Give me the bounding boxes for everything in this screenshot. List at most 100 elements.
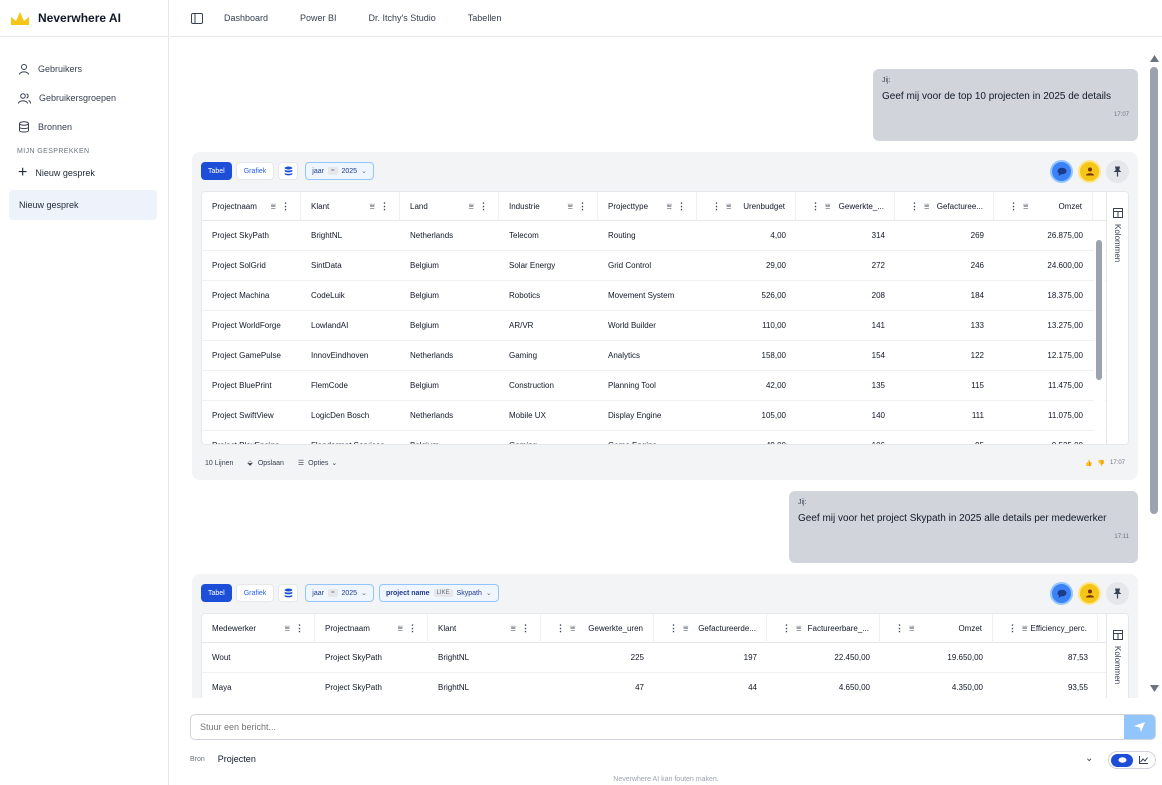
table-row[interactable]: Wout Project SkyPath BrightNL 225 197 22.450,… (202, 643, 1128, 673)
menu-icon[interactable]: ⋮ (479, 201, 488, 212)
column-header[interactable]: ⋮ ⩸ Efficiency_perc... (993, 614, 1098, 643)
chevron-down-icon[interactable]: ⌄ (1085, 753, 1093, 764)
filter-icon[interactable]: ⩸ (398, 623, 403, 634)
menu-icon[interactable]: ⋮ (1008, 623, 1017, 634)
scroll-up-icon[interactable] (1150, 55, 1159, 62)
chat-view-option[interactable] (1111, 753, 1133, 767)
filter-icon[interactable]: ⩸ (909, 623, 914, 634)
scrollbar-thumb[interactable] (1150, 67, 1158, 514)
nav-link-power-bi[interactable]: Power BI (300, 13, 337, 23)
filter-icon[interactable]: ⩸ (825, 201, 830, 212)
menu-icon[interactable]: ⋮ (578, 201, 587, 212)
menu-icon[interactable]: ⋮ (782, 623, 791, 634)
filter-icon[interactable]: ⩸ (568, 201, 573, 212)
table-row[interactable]: Project GamePulse InnovEindhoven Netherlan… (202, 341, 1128, 371)
filter-icon[interactable]: ⩸ (271, 201, 276, 212)
scrollbar-thumb[interactable] (1096, 240, 1102, 380)
tab-table[interactable]: Tabel (201, 584, 232, 602)
filter-icon[interactable]: ⩸ (370, 201, 375, 212)
pin-button[interactable] (1106, 160, 1129, 183)
filter-chip-jaar[interactable]: jaar = 2025 ⌄ (305, 162, 374, 180)
table-row[interactable]: Project SolGrid SintData Belgium Solar Ener… (202, 251, 1128, 281)
column-header[interactable]: ⋮ ⩸ Gefacturee... (895, 192, 994, 221)
menu-icon[interactable]: ⋮ (811, 201, 820, 212)
view-toggle[interactable] (1108, 751, 1156, 769)
table-row[interactable]: Project PlayEngineFlandermat ServicesBel… (202, 431, 1128, 444)
menu-icon[interactable]: ⋮ (712, 201, 721, 212)
column-header[interactable]: ⋮ ⩸ Omzet (880, 614, 993, 643)
menu-icon[interactable]: ⋮ (521, 623, 530, 634)
column-header[interactable]: Industrie ⩸ ⋮ (499, 192, 598, 221)
column-header[interactable]: Klant ⩸ ⋮ (428, 614, 541, 643)
column-header[interactable]: ⋮ ⩸ Urenbudget (697, 192, 796, 221)
sidebar-toggle-icon[interactable] (191, 12, 203, 24)
column-header[interactable]: Projectnaam ⩸ ⋮ (202, 192, 301, 221)
column-header[interactable]: Land ⩸ ⋮ (400, 192, 499, 221)
filter-icon[interactable]: ⩸ (570, 623, 575, 634)
thumbs-down-icon[interactable]: 👎 (1098, 460, 1105, 467)
menu-icon[interactable]: ⋮ (895, 623, 904, 634)
sidebar-item-bronnen[interactable]: Bronnen (0, 112, 168, 141)
nav-link-dashboard[interactable]: Dashboard (224, 13, 268, 23)
table-row[interactable]: Project SwiftView LogicDen Bosch Netherlan… (202, 401, 1128, 431)
table-scrollbar[interactable] (1094, 222, 1105, 444)
query-button[interactable] (278, 162, 299, 180)
column-header[interactable]: ⋮ ⩸ Omzet (994, 192, 1093, 221)
filter-icon[interactable]: ⩸ (683, 623, 688, 634)
filter-icon[interactable]: ⩸ (285, 623, 290, 634)
column-header[interactable]: ⋮ ⩸ Gefactureerde... (654, 614, 767, 643)
send-button[interactable] (1124, 715, 1155, 739)
save-button[interactable]: ⬙ Opslaan (247, 459, 283, 468)
thumbs-up-icon[interactable]: 👍 (1085, 460, 1092, 467)
chat-bubble-button[interactable] (1050, 582, 1073, 605)
menu-icon[interactable]: ⋮ (556, 623, 565, 634)
menu-icon[interactable]: ⋮ (408, 623, 417, 634)
filter-chip-project-name[interactable]: project name LIKE Skypath ⌄ (378, 584, 499, 602)
nav-link-tabellen[interactable]: Tabellen (468, 13, 502, 23)
query-button[interactable] (278, 584, 299, 602)
page-scrollbar[interactable] (1149, 55, 1161, 695)
column-header[interactable]: ⋮ ⩸ Gewerkte_uren (541, 614, 654, 643)
filter-icon[interactable]: ⩸ (469, 201, 474, 212)
menu-icon[interactable]: ⋮ (295, 623, 304, 634)
column-header[interactable]: Projecttype ⩸ ⋮ (598, 192, 697, 221)
table-row[interactable]: Project WorldForge LowlandAI Belgium AR/VR W… (202, 311, 1128, 341)
sidebar-item-gebruikersgroepen[interactable]: Gebruikersgroepen (0, 83, 168, 112)
columns-panel[interactable]: Kolommen (1106, 614, 1128, 698)
tab-chart[interactable]: Grafiek (235, 162, 275, 180)
users-button[interactable] (1078, 582, 1101, 605)
options-button[interactable]: ☰ Opties ⌄ (298, 459, 337, 468)
source-selector[interactable]: Bron Projecten (190, 754, 256, 764)
message-input[interactable] (200, 722, 1100, 732)
sidebar-item-gebruikers[interactable]: Gebruikers (0, 54, 168, 83)
filter-icon[interactable]: ⩸ (1023, 201, 1028, 212)
filter-icon[interactable]: ⩸ (796, 623, 801, 634)
users-button[interactable] (1078, 160, 1101, 183)
menu-icon[interactable]: ⋮ (1009, 201, 1018, 212)
columns-panel[interactable]: Kolommen (1106, 192, 1128, 444)
chat-bubble-button[interactable] (1050, 160, 1073, 183)
filter-icon[interactable]: ⩸ (667, 201, 672, 212)
scroll-down-icon[interactable] (1150, 685, 1159, 692)
filter-icon[interactable]: ⩸ (726, 201, 731, 212)
column-header[interactable]: ⋮ ⩸ Factureerbare_... (767, 614, 880, 643)
table-row[interactable]: Maya Project SkyPath BrightNL 47 44 4.650,00 4… (202, 673, 1128, 698)
menu-icon[interactable]: ⋮ (281, 201, 290, 212)
chart-view-option[interactable] (1133, 754, 1153, 767)
menu-icon[interactable]: ⋮ (910, 201, 919, 212)
column-header[interactable]: Medewerker ⩸ ⋮ (202, 614, 315, 643)
filter-icon[interactable]: ⩸ (511, 623, 516, 634)
filter-icon[interactable]: ⩸ (1022, 623, 1027, 634)
tab-chart[interactable]: Grafiek (235, 584, 275, 602)
new-conversation-button[interactable]: + Nieuw gesprek (0, 159, 168, 187)
filter-chip-jaar[interactable]: jaar = 2025 ⌄ (305, 584, 374, 602)
column-header[interactable]: Klant ⩸ ⋮ (301, 192, 400, 221)
column-header[interactable]: Projectnaam ⩸ ⋮ (315, 614, 428, 643)
column-header[interactable]: ⋮ ⩸ Gewerkte_... (796, 192, 895, 221)
menu-icon[interactable]: ⋮ (380, 201, 389, 212)
tab-table[interactable]: Tabel (201, 162, 232, 180)
brand[interactable]: Neverwhere AI (0, 0, 168, 37)
nav-link-studio[interactable]: Dr. Itchy's Studio (369, 13, 436, 23)
filter-icon[interactable]: ⩸ (924, 201, 929, 212)
chat-area[interactable]: Jij: Geef mij voor de top 10 projecten i… (170, 38, 1150, 698)
